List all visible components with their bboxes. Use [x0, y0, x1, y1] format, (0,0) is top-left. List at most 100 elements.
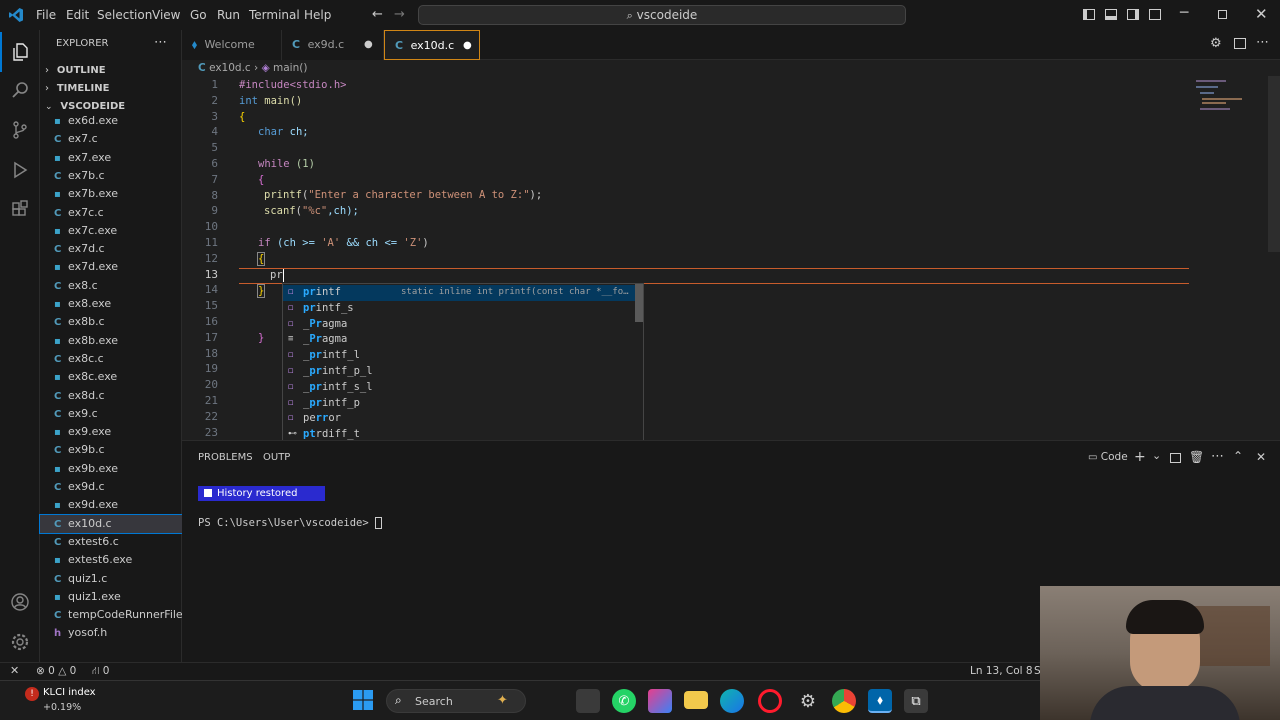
- vscode-taskbar-icon[interactable]: ⬧: [868, 689, 892, 713]
- suggestion-item[interactable]: ◻ printf_s: [283, 301, 635, 317]
- ports-status[interactable]: ⛙ 0: [92, 665, 109, 679]
- suggestion-item[interactable]: ◻ _printf_l: [283, 348, 635, 364]
- weather-widget[interactable]: ! KLCI index +0.19%: [20, 685, 130, 717]
- file-explorer-icon[interactable]: [684, 691, 708, 709]
- tab-problems[interactable]: PROBLEMS: [198, 452, 253, 463]
- remote-icon[interactable]: ✕: [10, 664, 19, 677]
- settings-gear-icon[interactable]: [0, 622, 40, 662]
- file-item[interactable]: ▪ ex8c.exe: [40, 368, 182, 386]
- menu-run[interactable]: Run: [217, 0, 240, 30]
- file-item[interactable]: Cex9b.c: [40, 441, 182, 459]
- source-control-icon[interactable]: [0, 110, 40, 150]
- suggestion-item[interactable]: ◻ _printf_s_l: [283, 380, 635, 396]
- suggestion-item[interactable]: ◻ perror: [283, 411, 635, 427]
- add-terminal-icon[interactable]: +: [1134, 449, 1146, 465]
- opera-icon[interactable]: [758, 689, 782, 713]
- chevron-up-icon[interactable]: ⌃: [1233, 449, 1243, 463]
- file-item[interactable]: Cex7b.c: [40, 167, 182, 185]
- split-terminal-icon[interactable]: [1170, 453, 1181, 463]
- menu-file[interactable]: File: [36, 0, 56, 30]
- file-item[interactable]: Cex8d.c: [40, 387, 182, 405]
- tab-ex10d[interactable]: C ex10d.c ●: [384, 30, 480, 60]
- whatsapp-icon[interactable]: ✆: [612, 689, 636, 713]
- terminal-code-button[interactable]: ▭ Code: [1088, 451, 1128, 463]
- cursor-position[interactable]: Ln 13, Col 8: [970, 665, 1033, 677]
- more-actions-icon[interactable]: ⋯: [1256, 35, 1269, 50]
- menu-view[interactable]: View: [152, 0, 180, 30]
- settings-gear-icon[interactable]: ⚙: [796, 689, 820, 713]
- file-item[interactable]: Cex7d.c: [40, 240, 182, 258]
- extensions-icon[interactable]: [0, 190, 40, 230]
- search-icon[interactable]: [0, 70, 40, 110]
- windows-start-icon[interactable]: [353, 690, 373, 710]
- suggestion-item[interactable]: ◻ _Pragma: [283, 317, 635, 333]
- menu-terminal[interactable]: Terminal: [249, 0, 300, 30]
- file-item[interactable]: Cextest6.c: [40, 533, 182, 551]
- close-panel-icon[interactable]: ✕: [1256, 450, 1266, 464]
- suggestion-item[interactable]: ◻ _printf_p: [283, 396, 635, 412]
- file-item[interactable]: ▪ extest6.exe: [40, 551, 182, 569]
- problems-status[interactable]: ⊗ 0 △ 0: [36, 665, 76, 677]
- file-item[interactable]: ▪ ex6d.exe: [40, 112, 182, 130]
- file-item[interactable]: Cex7c.c: [40, 204, 182, 222]
- toggle-secondary-sidebar-icon[interactable]: [1127, 9, 1139, 20]
- file-item[interactable]: h yosof.h: [40, 624, 182, 642]
- file-item[interactable]: CtempCodeRunnerFile.c: [40, 606, 182, 624]
- menu-selection[interactable]: Selection: [97, 0, 152, 30]
- menu-edit[interactable]: Edit: [66, 0, 89, 30]
- file-item[interactable]: ▪ ex7b.exe: [40, 185, 182, 203]
- file-item[interactable]: ▪ ex7c.exe: [40, 222, 182, 240]
- command-center[interactable]: ⌕ vscodeide: [418, 5, 906, 25]
- minimap[interactable]: [1192, 78, 1268, 118]
- settings-gear-icon[interactable]: ⚙: [1210, 36, 1222, 51]
- run-debug-icon[interactable]: [0, 150, 40, 190]
- menu-help[interactable]: Help: [304, 0, 331, 30]
- file-item[interactable]: ▪ ex8.exe: [40, 295, 182, 313]
- file-item[interactable]: ▪ quiz1.exe: [40, 588, 182, 606]
- terminal-prompt[interactable]: PS C:\Users\User\vscodeide>: [198, 517, 383, 529]
- file-item[interactable]: ▪ ex8b.exe: [40, 332, 182, 350]
- split-editor-icon[interactable]: [1234, 38, 1246, 49]
- editor-scrollbar[interactable]: [1268, 76, 1280, 252]
- minimize-icon[interactable]: ─: [1180, 5, 1188, 21]
- file-item[interactable]: ▪ ex7.exe: [40, 149, 182, 167]
- back-arrow-icon[interactable]: ←: [372, 7, 383, 22]
- task-view-icon[interactable]: [576, 689, 600, 713]
- file-item[interactable]: Cex9.c: [40, 405, 182, 423]
- file-item[interactable]: Cex8b.c: [40, 313, 182, 331]
- explorer-icon[interactable]: [0, 32, 40, 72]
- suggestion-item[interactable]: ◻ printf static inline int printf(const ch…: [283, 285, 635, 301]
- file-item[interactable]: ▪ ex7d.exe: [40, 258, 182, 276]
- tab-output[interactable]: OUTP: [263, 452, 290, 463]
- chevron-down-icon[interactable]: ⌄: [1152, 449, 1161, 462]
- more-actions-icon[interactable]: ⋯: [1211, 449, 1224, 464]
- dirty-dot-icon[interactable]: ●: [463, 31, 472, 61]
- file-item[interactable]: Cex8c.c: [40, 350, 182, 368]
- suggestion-item[interactable]: ◻ _printf_p_l: [283, 364, 635, 380]
- menu-go[interactable]: Go: [190, 0, 207, 30]
- file-item[interactable]: Cex10d.c: [39, 513, 183, 534]
- more-actions-icon[interactable]: ⋯: [154, 35, 167, 50]
- file-item[interactable]: ▪ ex9b.exe: [40, 460, 182, 478]
- forward-arrow-icon[interactable]: →: [394, 7, 405, 22]
- taskbar-search[interactable]: ⌕ Search ✦: [386, 689, 526, 713]
- breadcrumb-symbol[interactable]: main(): [273, 62, 307, 74]
- customize-layout-icon[interactable]: [1149, 9, 1161, 20]
- file-item[interactable]: ▪ ex9.exe: [40, 423, 182, 441]
- copilot-icon[interactable]: [648, 689, 672, 713]
- file-item[interactable]: Cex8.c: [40, 277, 182, 295]
- dirty-dot-icon[interactable]: ●: [364, 30, 373, 60]
- tab-welcome[interactable]: ⬧ Welcome: [182, 30, 282, 60]
- suggestion-item[interactable]: ≡ _Pragma: [283, 332, 635, 348]
- file-item[interactable]: ▪ ex9d.exe: [40, 496, 182, 514]
- outline-section[interactable]: › OUTLINE: [40, 60, 182, 78]
- capture-tool-icon[interactable]: ⧉: [904, 689, 928, 713]
- file-item[interactable]: Cex7.c: [40, 130, 182, 148]
- chrome-icon[interactable]: [832, 689, 856, 713]
- breadcrumb-file[interactable]: ex10d.c: [209, 62, 251, 74]
- trash-icon[interactable]: 🗑: [1189, 450, 1204, 464]
- timeline-section[interactable]: › TIMELINE: [40, 78, 182, 96]
- restore-icon[interactable]: [1218, 10, 1227, 19]
- toggle-panel-icon[interactable]: [1105, 9, 1117, 20]
- file-item[interactable]: Cex9d.c: [40, 478, 182, 496]
